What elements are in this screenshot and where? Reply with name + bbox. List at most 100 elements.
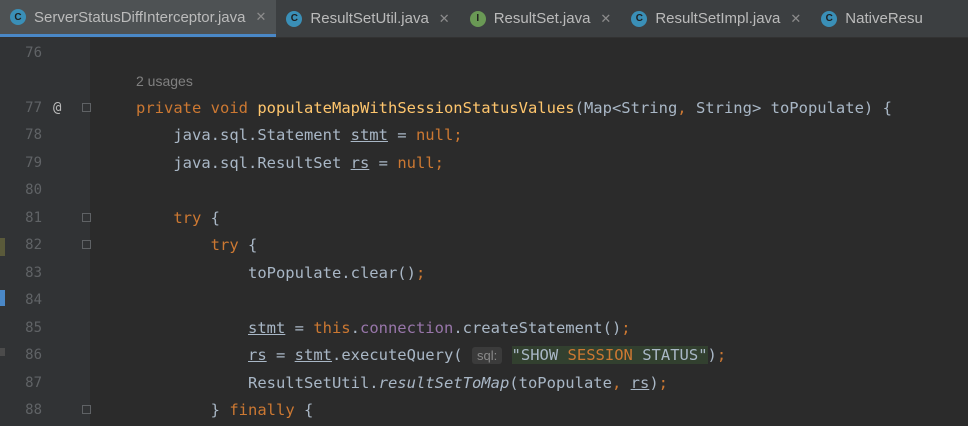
code-text: try { [136,232,258,259]
line-number: 77 [25,100,42,116]
code-token: , [677,99,687,117]
code-token: try [210,236,239,254]
line-number: 84 [25,292,42,308]
code-token: sql: [471,347,503,364]
code-token: .executeQuery( [331,346,472,364]
tab-label: ResultSetImpl.java [655,10,781,27]
line-number: 79 [25,155,42,171]
code-token: null [397,154,435,172]
code-text: rs = stmt.executeQuery( sql: "SHOW SESSI… [136,342,726,369]
code-token: java.sql.Statement [136,126,351,144]
code-token: { [294,401,314,419]
class-icon: C [286,10,303,27]
code-text: java.sql.Statement stmt = null; [136,122,462,149]
code-line: 79 java.sql.ResultSet rs = null; [0,150,968,177]
code-token: "SHOW [511,346,568,364]
code-text: private void populateMapWithSessionStatu… [136,95,892,122]
code-token: ResultSetUtil. [136,374,379,392]
code-token: this [313,319,351,337]
code-token: = [285,319,314,337]
line-number: 85 [25,320,42,336]
code-token: rs [630,374,650,392]
override-marker-icon[interactable]: @ [53,95,61,122]
code-line: 80 [0,177,968,204]
tab-label: ResultSetUtil.java [310,10,429,27]
line-number: 87 [25,375,42,391]
tab-label: ResultSet.java [493,10,591,27]
code-token: null [415,126,454,144]
code-token: String> toPopulate) { [686,99,892,117]
tab-resultsetutil-java[interactable]: C ResultSetUtil.java ✕ [276,0,459,37]
tab-resultset-java[interactable]: I ResultSet.java ✕ [460,0,622,37]
line-number: 81 [25,210,42,226]
code-token: = [387,126,416,144]
line-number: 86 [25,347,42,363]
code-token: ; [621,319,631,337]
tab-resultsetimpl-java[interactable]: C ResultSetImpl.java ✕ [621,0,811,37]
close-icon[interactable]: ✕ [790,11,801,27]
code-line: 85 stmt = this.connection.createStatemen… [0,315,968,342]
class-icon: C [10,9,26,25]
code-text: stmt = this.connection.createStatement()… [136,315,631,342]
class-icon: C [821,10,838,27]
fold-toggle-icon[interactable] [82,213,91,222]
code-token: toPopulate.clear() [136,264,416,282]
close-icon[interactable]: ✕ [439,11,450,27]
code-token: stmt [294,346,332,364]
code-line: 82 try { [0,232,968,259]
tab-serverstatusdiffinterceptor-java[interactable]: C ServerStatusDiffInterceptor.java ✕ [0,0,277,37]
code-text: try { [136,205,220,232]
code-token: , [611,374,622,392]
code-token: stmt [350,126,388,144]
code-line: 76 [0,40,968,67]
code-line: 83 toPopulate.clear(); [0,260,968,287]
code-text: } finally { [136,397,314,424]
code-text: toPopulate.clear(); [136,260,425,287]
code-token: .createStatement() [453,319,622,337]
fold-toggle-icon[interactable] [82,405,91,414]
usages-hint[interactable]: 2 usages [136,68,193,95]
code-token: private [136,99,202,117]
code-token: rs [247,346,267,364]
code-token: void [210,99,248,117]
close-icon[interactable]: ✕ [600,11,611,27]
code-text: java.sql.ResultSet rs = null; [136,150,444,177]
code-line: 87 ResultSetUtil.resultSetToMap(toPopula… [0,370,968,397]
code-line: 81 try { [0,205,968,232]
code-token: (Map<String [574,99,678,117]
code-token: { [238,236,258,254]
code-token: { [201,209,220,227]
code-line: 88 } finally { [0,397,968,424]
code-token: rs [350,154,370,172]
close-icon[interactable]: ✕ [256,9,267,25]
code-token: resultSetToMap [378,374,510,392]
interface-icon: I [469,10,486,27]
code-line: 86 rs = stmt.executeQuery( sql: "SHOW SE… [0,342,968,369]
code-token: ) [707,346,717,364]
code-token: stmt [247,319,286,337]
code-token: connection [359,319,454,337]
line-number: 80 [25,182,42,198]
code-token: ) [649,374,659,392]
code-token: = [266,346,295,364]
code-token: . [350,319,360,337]
tab-label: ServerStatusDiffInterceptor.java [34,8,246,26]
line-number: 88 [25,402,42,418]
tab-label: NativeResu [845,10,923,27]
line-number: 83 [25,265,42,281]
code-token: SESSION [567,346,633,364]
tab-nativeresu[interactable]: C NativeResu [811,0,933,37]
editor-tab-bar: C ServerStatusDiffInterceptor.java ✕ C Resul… [0,0,968,38]
fold-toggle-icon[interactable] [82,103,91,112]
fold-toggle-icon[interactable] [82,240,91,249]
code-token: } [136,401,230,419]
line-number: 76 [25,45,42,61]
code-token: = [369,154,398,172]
line-number: 82 [25,237,42,253]
